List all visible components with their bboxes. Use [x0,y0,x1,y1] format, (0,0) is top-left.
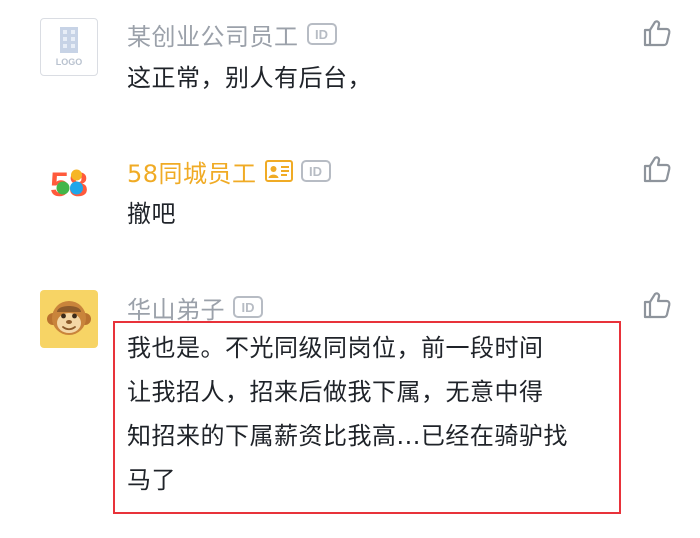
thumbs-up-icon [643,156,671,183]
username[interactable]: 58同城员工 [127,154,257,189]
thumbs-up-icon [643,20,671,47]
id-card-icon [264,160,293,182]
monkey-avatar[interactable] [40,290,98,348]
thumbs-up-icon [643,292,671,319]
comment-text-line: 马了 [127,466,176,494]
like-button[interactable] [639,287,675,323]
id-badge[interactable]: ID [306,23,337,45]
company-logo-avatar[interactable]: LOGO [40,18,98,76]
comment-text-line: 知招来的下属薪资比我高...已经在骑驴找 [127,422,568,450]
user-info: 华山弟子 ID [127,289,263,325]
id-badge[interactable]: ID [233,296,263,318]
id-badge[interactable]: ID [300,160,331,182]
username[interactable]: 某创业公司员工 [127,17,299,52]
like-button[interactable] [639,151,675,187]
username[interactable]: 华山弟子 [127,290,225,325]
user-info: 58同城员工 ID [127,153,331,189]
building-icon: LOGO [56,27,83,67]
comment-text: 这正常，别人有后台， [127,64,372,92]
user-info: 某创业公司员工 ID [127,16,337,52]
comment-text: 撤吧 [127,200,176,228]
like-button[interactable] [639,15,675,51]
comment-text-line: 让我招人，招来后做我下属，无意中得 [127,378,544,406]
58-logo-avatar[interactable]: 58 [40,154,98,212]
comment-text: 我也是。不光同级同岗位，前一段时间 让我招人，招来后做我下属，无意中得 知招来的… [127,326,617,502]
comment-text-line: 我也是。不光同级同岗位，前一段时间 [127,334,544,362]
logo-text: LOGO [56,57,83,67]
monkey-face-icon [47,301,91,335]
58-logo-icon: 58 [50,166,88,204]
